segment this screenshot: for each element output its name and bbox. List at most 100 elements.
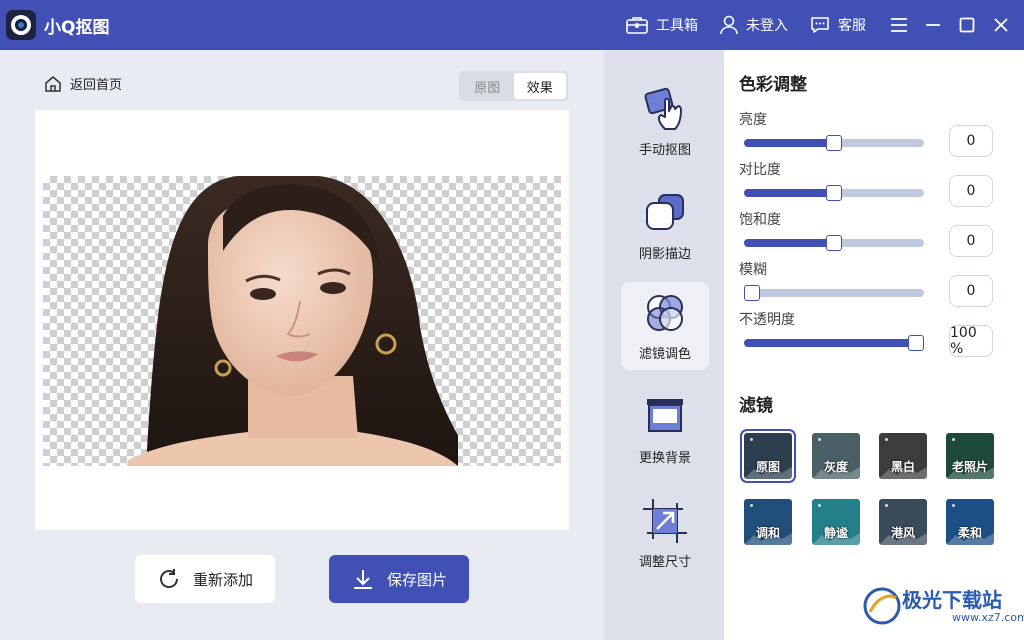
filter-thumbnail[interactable]: 老照片 bbox=[946, 433, 994, 479]
save-image-button[interactable]: 保存图片 bbox=[329, 555, 469, 603]
tool-change-background[interactable]: 更换背景 bbox=[621, 386, 709, 474]
filter-thumbnail[interactable]: 静谧 bbox=[812, 499, 860, 545]
refresh-icon bbox=[159, 569, 178, 588]
opacity-value[interactable]: 100 % bbox=[949, 325, 993, 357]
blur-value[interactable]: 0 bbox=[949, 275, 993, 307]
slider-handle[interactable] bbox=[744, 285, 760, 301]
filter-thumbnail[interactable]: 灰度 bbox=[812, 433, 860, 479]
star-icon bbox=[750, 504, 753, 507]
slider-fill bbox=[744, 189, 834, 197]
filter-palette-icon bbox=[647, 295, 683, 331]
resize-icon bbox=[643, 499, 687, 543]
filter-label: 原图 bbox=[755, 460, 780, 474]
slider-fill bbox=[744, 139, 834, 147]
tab-effect[interactable]: 效果 bbox=[513, 73, 566, 99]
back-home-label: 返回首页 bbox=[70, 78, 123, 93]
color-adjust-title: 色彩调整 bbox=[739, 75, 807, 95]
watermark-logo-icon bbox=[863, 587, 901, 625]
back-home-link[interactable]: 返回首页 bbox=[44, 74, 122, 93]
slider-handle[interactable] bbox=[908, 335, 924, 351]
filter-label: 老照片 bbox=[951, 460, 988, 474]
tool-manual-cutout[interactable]: 手动抠图 bbox=[621, 78, 709, 166]
chat-icon bbox=[811, 17, 829, 33]
star-icon bbox=[952, 438, 955, 441]
minimize-button[interactable] bbox=[922, 14, 944, 36]
contrast-value[interactable]: 0 bbox=[949, 175, 993, 207]
saturation-value[interactable]: 0 bbox=[949, 225, 993, 257]
brightness-slider[interactable] bbox=[744, 135, 924, 151]
tool-filter-color[interactable]: 滤镜调色 bbox=[621, 282, 709, 370]
readd-label: 重新添加 bbox=[192, 570, 253, 589]
minimize-icon bbox=[926, 24, 940, 26]
brightness-label: 亮度 bbox=[739, 112, 767, 128]
hand-touch-icon bbox=[644, 87, 682, 130]
contrast-label: 对比度 bbox=[739, 162, 781, 178]
slider-handle[interactable] bbox=[826, 135, 842, 151]
star-icon bbox=[885, 504, 888, 507]
hamburger-icon bbox=[891, 18, 907, 32]
filter-label: 黑白 bbox=[890, 460, 915, 474]
opacity-label: 不透明度 bbox=[739, 312, 795, 328]
filter-thumbnail[interactable]: 原图 bbox=[740, 429, 796, 483]
filter-label: 灰度 bbox=[823, 460, 848, 474]
image-canvas[interactable] bbox=[35, 110, 569, 530]
download-icon bbox=[353, 570, 372, 589]
app-logo-icon bbox=[6, 10, 36, 40]
toolbox-label: 工具箱 bbox=[656, 18, 698, 34]
adjust-panel: 色彩调整 亮度 0 对比度 0 饱和度 0 模糊 0 不透明度 100 % 滤镜… bbox=[724, 50, 1024, 640]
filter-label: 柔和 bbox=[957, 526, 982, 540]
contrast-slider[interactable] bbox=[744, 185, 924, 201]
watermark-name: 极光下载站 bbox=[902, 587, 1002, 612]
menu-button[interactable] bbox=[888, 14, 910, 36]
slider-handle[interactable] bbox=[826, 185, 842, 201]
tool-shadow-stroke[interactable]: 阴影描边 bbox=[621, 182, 709, 270]
user-icon bbox=[720, 15, 738, 35]
shadow-stroke-icon bbox=[646, 194, 684, 230]
tool-label: 更换背景 bbox=[638, 451, 691, 466]
opacity-slider[interactable] bbox=[744, 335, 924, 351]
toolbox-button[interactable]: 工具箱 bbox=[626, 15, 698, 35]
support-button[interactable]: 客服 bbox=[810, 15, 866, 35]
saturation-label: 饱和度 bbox=[739, 212, 781, 228]
tool-sidebar: 手动抠图 阴影描边 滤镜调色 更换背景 调整尺寸 bbox=[604, 50, 724, 640]
title-bar: 小Q抠图 工具箱 未登入 客服 bbox=[0, 0, 1024, 50]
maximize-icon bbox=[959, 17, 975, 33]
transparent-background bbox=[43, 176, 561, 466]
filter-label: 静谧 bbox=[823, 526, 848, 540]
tab-original[interactable]: 原图 bbox=[461, 73, 514, 99]
view-toggle: 原图 效果 bbox=[459, 71, 568, 101]
filter-label: 调和 bbox=[755, 526, 780, 540]
tool-label: 阴影描边 bbox=[638, 247, 691, 262]
maximize-button[interactable] bbox=[956, 14, 978, 36]
slider-handle[interactable] bbox=[826, 235, 842, 251]
saturation-slider[interactable] bbox=[744, 235, 924, 251]
save-image-label: 保存图片 bbox=[386, 570, 447, 589]
close-button[interactable] bbox=[990, 14, 1012, 36]
star-icon bbox=[885, 438, 888, 441]
filter-thumbnail[interactable]: 调和 bbox=[744, 499, 792, 545]
watermark-url: www.xz7.com bbox=[952, 610, 1024, 624]
blur-slider[interactable] bbox=[744, 285, 924, 301]
filters-title: 滤镜 bbox=[739, 396, 773, 416]
tool-label: 滤镜调色 bbox=[638, 347, 691, 362]
filter-thumbnail[interactable]: 港风 bbox=[879, 499, 927, 545]
star-icon bbox=[818, 438, 821, 441]
star-icon bbox=[952, 504, 955, 507]
brightness-value[interactable]: 0 bbox=[949, 125, 993, 157]
close-icon bbox=[994, 18, 1008, 32]
tool-resize[interactable]: 调整尺寸 bbox=[621, 490, 709, 578]
star-icon bbox=[818, 504, 821, 507]
login-label: 未登入 bbox=[746, 18, 788, 34]
filter-thumbnail[interactable]: 黑白 bbox=[879, 433, 927, 479]
star-icon bbox=[750, 438, 753, 441]
filter-thumbnail[interactable]: 柔和 bbox=[946, 499, 994, 545]
slider-fill bbox=[744, 239, 834, 247]
site-watermark: 极光下载站 www.xz7.com bbox=[862, 586, 1024, 626]
login-button[interactable]: 未登入 bbox=[720, 15, 788, 35]
home-icon bbox=[45, 75, 61, 92]
tool-label: 手动抠图 bbox=[638, 143, 691, 158]
background-icon bbox=[647, 399, 683, 432]
readd-button[interactable]: 重新添加 bbox=[135, 555, 275, 603]
blur-label: 模糊 bbox=[739, 262, 767, 278]
tool-label: 调整尺寸 bbox=[638, 555, 691, 570]
